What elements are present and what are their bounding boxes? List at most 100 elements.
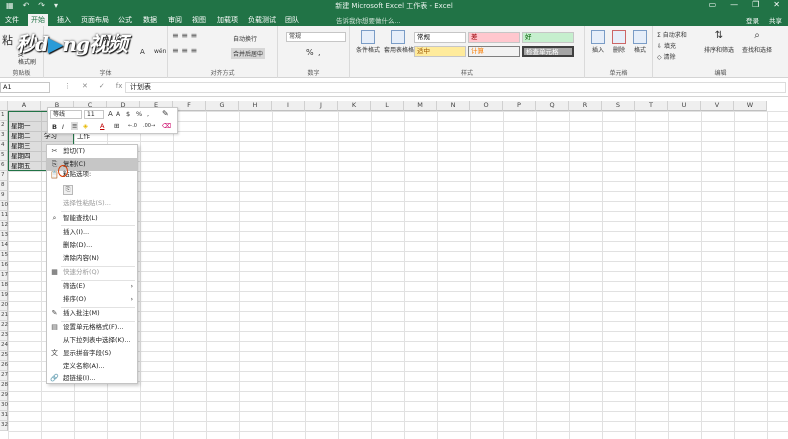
tab-page-layout[interactable]: 页面布局	[78, 14, 112, 26]
menu-item-cut[interactable]: ✂ 剪切(T)	[47, 145, 137, 158]
ribbon-display-icon[interactable]: ▭	[709, 0, 717, 9]
style-calculation[interactable]: 计算	[468, 46, 520, 57]
mini-comma[interactable]: ,	[147, 110, 149, 118]
tab-formulas[interactable]: 公式	[115, 14, 135, 26]
row-header-1[interactable]: 1	[0, 111, 8, 121]
row-header-14[interactable]: 14	[0, 241, 8, 251]
menu-item-sort[interactable]: 排序(O) ›	[47, 293, 137, 306]
style-neutral[interactable]: 适中	[414, 46, 466, 57]
autosum-button[interactable]: Σ 自动求和	[657, 30, 687, 39]
paste-option-icon[interactable]: ⎘	[63, 185, 73, 195]
row-header-19[interactable]: 19	[0, 291, 8, 301]
row-header-2[interactable]: 2	[0, 121, 8, 131]
column-header-k[interactable]: K	[338, 101, 371, 111]
mini-bold[interactable]: B	[52, 123, 57, 131]
row-header-29[interactable]: 29	[0, 391, 8, 401]
column-header-v[interactable]: V	[701, 101, 734, 111]
mini-align-center[interactable]: ≡	[71, 122, 79, 130]
row-header-10[interactable]: 10	[0, 201, 8, 211]
fill-button[interactable]: ⇩ 填充	[657, 41, 676, 50]
row-header-13[interactable]: 13	[0, 231, 8, 241]
column-header-q[interactable]: Q	[536, 101, 569, 111]
conditional-format-button[interactable]: 条件格式	[354, 30, 382, 54]
formula-input[interactable]: 计划表	[125, 82, 786, 93]
row-header-31[interactable]: 31	[0, 411, 8, 421]
number-format-select[interactable]: 常规	[286, 32, 346, 42]
menu-item-smart-lookup[interactable]: ⌕ 智能查找(L)	[47, 212, 137, 225]
row-header-24[interactable]: 24	[0, 341, 8, 351]
row-header-15[interactable]: 15	[0, 251, 8, 261]
cell-a6[interactable]: 星期五	[10, 161, 31, 171]
menu-item-delete[interactable]: 删除(D)...	[47, 239, 137, 252]
menu-item-insert[interactable]: 插入(I)...	[47, 226, 137, 239]
paste-button[interactable]: 粘	[2, 32, 13, 48]
tell-me-search[interactable]: 告诉我你想要做什么...	[336, 15, 401, 25]
mini-grow-font[interactable]: A	[108, 110, 113, 118]
tab-file[interactable]: 文件	[2, 14, 22, 26]
style-good[interactable]: 好	[522, 32, 574, 43]
tab-home[interactable]: 开始	[28, 14, 48, 26]
insert-cells-button[interactable]: 插入	[589, 30, 607, 54]
row-header-32[interactable]: 32	[0, 421, 8, 431]
menu-item-paste-special[interactable]: 选择性粘贴(S)...	[47, 197, 137, 210]
delete-cells-button[interactable]: 删除	[610, 30, 628, 54]
tab-addins[interactable]: 加载项	[214, 14, 241, 26]
find-select-button[interactable]: ⌕ 查找和选择	[739, 30, 775, 54]
mini-size-select[interactable]: 11	[84, 110, 104, 119]
tab-insert[interactable]: 插入	[54, 14, 74, 26]
mini-format-painter-icon[interactable]: ✎	[162, 109, 169, 118]
comma-button[interactable]: ,	[318, 48, 321, 57]
wrap-text-button[interactable]: 自动换行	[233, 34, 257, 43]
tab-load-test[interactable]: 负载测试	[245, 14, 279, 26]
row-header-18[interactable]: 18	[0, 281, 8, 291]
mini-percent[interactable]: %	[136, 110, 142, 118]
sort-filter-button[interactable]: ⇅ 排序和筛选	[701, 30, 737, 54]
merge-center-button[interactable]: 合并后居中	[231, 48, 266, 59]
login-link[interactable]: 登录	[746, 15, 759, 25]
cancel-icon[interactable]: ✕	[82, 82, 88, 90]
minimize-icon[interactable]: —	[730, 0, 738, 9]
menu-item-clear-contents[interactable]: 清除内容(N)	[47, 252, 137, 265]
mini-borders-icon[interactable]: ⊞	[114, 122, 119, 130]
row-header-11[interactable]: 11	[0, 211, 8, 221]
percent-button[interactable]: %	[306, 48, 314, 57]
grow-font-button[interactable]: A	[104, 34, 109, 43]
share-button[interactable]: 共享	[769, 15, 782, 25]
style-bad[interactable]: 差	[468, 32, 520, 43]
mini-decrease-decimal[interactable]: .00→	[143, 123, 155, 129]
tab-view[interactable]: 视图	[189, 14, 209, 26]
shrink-font-button[interactable]: A	[116, 35, 121, 43]
column-header-l[interactable]: L	[371, 101, 404, 111]
cell-a3[interactable]: 星期二	[10, 131, 31, 141]
column-header-g[interactable]: G	[206, 101, 239, 111]
row-header-26[interactable]: 26	[0, 361, 8, 371]
row-header-16[interactable]: 16	[0, 261, 8, 271]
mini-increase-decimal[interactable]: ←.0	[128, 123, 137, 129]
column-header-u[interactable]: U	[668, 101, 701, 111]
row-header-7[interactable]: 7	[0, 171, 8, 181]
mini-currency[interactable]: $	[126, 110, 130, 118]
row-header-8[interactable]: 8	[0, 181, 8, 191]
row-header-6[interactable]: 6	[0, 161, 8, 171]
style-normal[interactable]: 常规	[414, 32, 466, 43]
menu-item-filter[interactable]: 筛选(E) ›	[47, 280, 137, 293]
mini-fill-color-icon[interactable]: ◈	[83, 122, 88, 130]
row-header-3[interactable]: 3	[0, 131, 8, 141]
row-header-12[interactable]: 12	[0, 221, 8, 231]
name-box[interactable]: A1	[0, 82, 50, 93]
row-header-30[interactable]: 30	[0, 401, 8, 411]
column-header-j[interactable]: J	[305, 101, 338, 111]
style-check-cell[interactable]: 检查单元格	[522, 46, 574, 57]
close-icon[interactable]: ✕	[773, 0, 780, 9]
row-header-23[interactable]: 23	[0, 331, 8, 341]
tab-review[interactable]: 审阅	[165, 14, 185, 26]
cell-a4[interactable]: 星期三	[10, 141, 31, 151]
row-header-20[interactable]: 20	[0, 301, 8, 311]
column-header-n[interactable]: N	[437, 101, 470, 111]
row-header-25[interactable]: 25	[0, 351, 8, 361]
select-all-corner[interactable]	[0, 101, 8, 111]
mini-font-color[interactable]: A	[100, 122, 104, 130]
column-header-t[interactable]: T	[635, 101, 668, 111]
format-cells-button[interactable]: 格式	[631, 30, 649, 54]
align-left-icon[interactable]: ≡ ≡ ≡	[172, 46, 197, 55]
